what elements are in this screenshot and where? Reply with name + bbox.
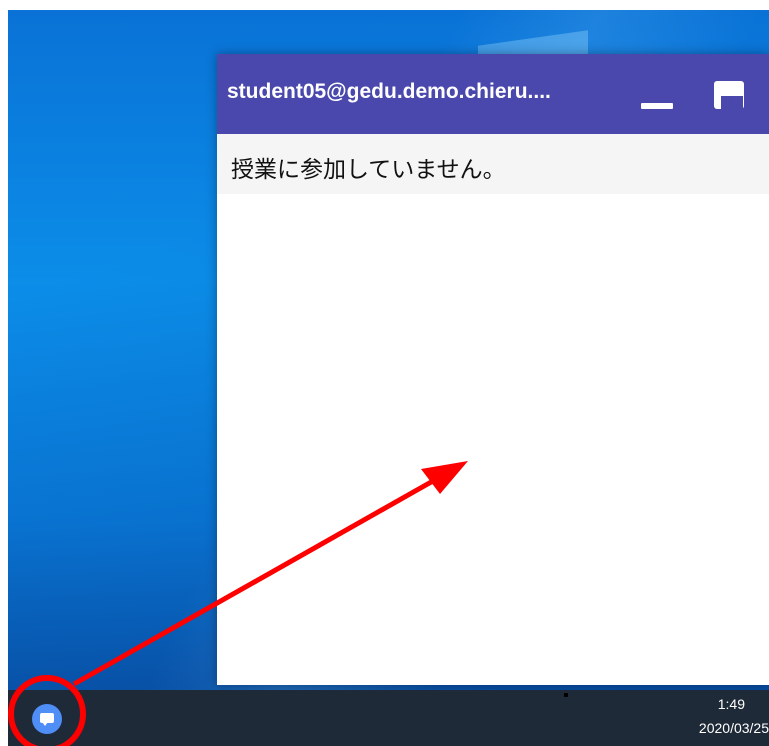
minimize-icon	[641, 103, 673, 109]
maximize-button[interactable]	[711, 76, 751, 116]
app-window: student05@gedu.demo.chieru.... 授業に参加していま…	[217, 54, 769, 685]
window-title: student05@gedu.demo.chieru....	[227, 80, 551, 103]
maximize-icon	[714, 81, 744, 110]
clock-time[interactable]: 1:49	[718, 696, 745, 712]
tray-marker	[564, 693, 568, 697]
status-area: 授業に参加していません。	[217, 134, 769, 194]
status-message: 授業に参加していません。	[231, 157, 506, 183]
taskbar: 1:49 2020/03/25	[8, 690, 769, 746]
chat-bubble-icon[interactable]	[32, 704, 62, 734]
minimize-button[interactable]	[637, 76, 677, 116]
window-titlebar[interactable]: student05@gedu.demo.chieru....	[217, 54, 769, 134]
clock-date[interactable]: 2020/03/25	[699, 720, 769, 736]
